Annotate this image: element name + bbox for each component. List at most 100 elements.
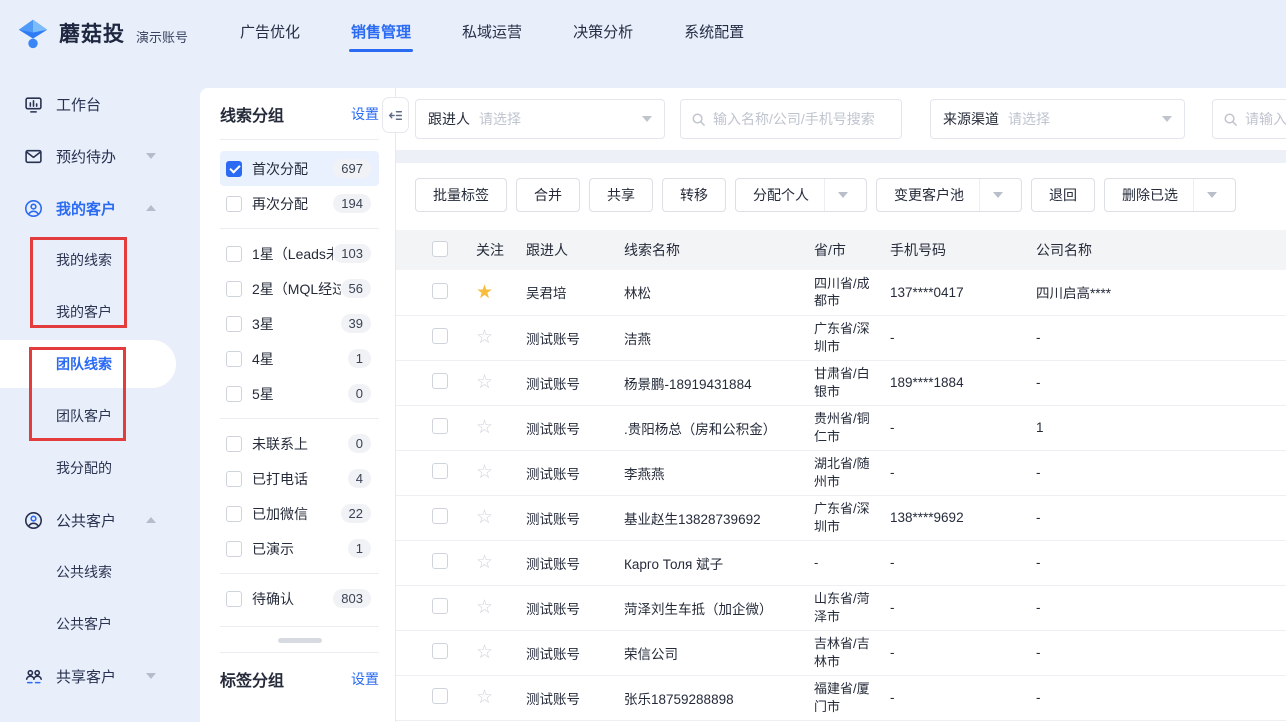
lead-group-item[interactable]: 已加微信 22 <box>220 496 379 531</box>
table-row[interactable]: ★ 吴君培 林松 四川省/成都市 137****0417 四川启高**** <box>396 270 1286 315</box>
select-all-checkbox[interactable] <box>432 241 448 257</box>
table-row[interactable]: ☆ 测试账号 杨景鹏-18919431884 甘肃省/白银市 189****18… <box>396 360 1286 405</box>
row-checkbox[interactable] <box>432 688 448 704</box>
row-checkbox[interactable] <box>432 598 448 614</box>
star-outline-icon[interactable]: ☆ <box>476 552 493 573</box>
star-outline-icon[interactable]: ☆ <box>476 327 493 348</box>
row-checkbox[interactable] <box>432 328 448 344</box>
toolbar-button[interactable]: 删除已选 <box>1104 178 1236 212</box>
sidebar-subitem-team-leads[interactable]: 团队线索 <box>0 340 176 388</box>
star-outline-icon[interactable]: ☆ <box>476 417 493 438</box>
group-checkbox[interactable] <box>226 161 242 177</box>
toolbar-button[interactable]: 分配个人 <box>735 178 867 212</box>
sidebar-item-workbench[interactable]: 工作台 <box>0 78 200 130</box>
chevron-up-icon[interactable] <box>146 205 156 211</box>
name-search-box[interactable] <box>680 99 902 139</box>
group-checkbox[interactable] <box>226 436 242 452</box>
tag-groups-settings-link[interactable]: 设置 <box>351 669 379 689</box>
row-checkbox[interactable] <box>432 553 448 569</box>
toolbar-button[interactable]: 变更客户池 <box>876 178 1022 212</box>
follower-filter-select[interactable]: 跟进人 请选择 <box>415 99 665 139</box>
sidebar-item-appointments[interactable]: 预约待办 <box>0 130 200 182</box>
sidebar-item-shared-customers[interactable]: 共享客户 <box>0 650 200 702</box>
star-outline-icon[interactable]: ☆ <box>476 642 493 663</box>
chevron-down-icon[interactable] <box>979 179 1012 211</box>
group-checkbox[interactable] <box>226 281 242 297</box>
group-checkbox[interactable] <box>226 591 242 607</box>
chevron-down-icon[interactable] <box>1193 179 1226 211</box>
brand-logo[interactable]: 蘑菇投 演示账号 <box>16 16 188 50</box>
chevron-down-icon[interactable] <box>824 179 857 211</box>
table-row[interactable]: ☆ 测试账号 荣信公司 吉林省/吉林市 - - <box>396 630 1286 675</box>
toolbar-button[interactable]: 退回 <box>1031 178 1095 212</box>
company-search-box[interactable] <box>1212 99 1286 139</box>
nav-tab-system-config[interactable]: 系统配置 <box>682 11 746 56</box>
table-row[interactable]: ☆ 测试账号 张乐18759288898 福建省/厦门市 - - <box>396 675 1286 720</box>
row-checkbox[interactable] <box>432 643 448 659</box>
star-outline-icon[interactable]: ☆ <box>476 687 493 708</box>
table-row[interactable]: ☆ 测试账号 菏泽刘生车抵（加企微） 山东省/菏泽市 - - <box>396 585 1286 630</box>
collapse-panel-button[interactable] <box>382 97 409 133</box>
sidebar-item-my-customers[interactable]: 我的客户 <box>0 182 200 234</box>
nav-tab-decision-analysis[interactable]: 决策分析 <box>571 11 635 56</box>
lead-group-item[interactable]: 已打电话 4 <box>220 461 379 496</box>
lead-group-item[interactable]: 1星（Leads未经... 103 <box>220 236 379 271</box>
row-checkbox[interactable] <box>432 373 448 389</box>
table-row[interactable]: ☆ 测试账号 基业赵生13828739692 广东省/深圳市 138****96… <box>396 495 1286 540</box>
group-checkbox[interactable] <box>226 351 242 367</box>
group-checkbox[interactable] <box>226 196 242 212</box>
sidebar-item-public-customers[interactable]: 公共客户 <box>0 494 200 546</box>
star-outline-icon[interactable]: ☆ <box>476 462 493 483</box>
company-search-input[interactable] <box>1245 111 1286 127</box>
row-checkbox[interactable] <box>432 463 448 479</box>
star-filled-icon[interactable]: ★ <box>476 282 493 303</box>
lead-group-item[interactable]: 首次分配 697 <box>220 151 379 186</box>
group-checkbox[interactable] <box>226 316 242 332</box>
sidebar-subitem-public-customers[interactable]: 公共客户 <box>0 598 200 650</box>
row-checkbox[interactable] <box>432 508 448 524</box>
sidebar-subitem-my-customers[interactable]: 我的客户 <box>0 286 200 338</box>
nav-tab-ad-optimization[interactable]: 广告优化 <box>238 11 302 56</box>
star-outline-icon[interactable]: ☆ <box>476 372 493 393</box>
table-row[interactable]: ☆ 测试账号 Карго Толя 斌子 - - - <box>396 540 1286 585</box>
lead-group-item[interactable]: 3星 39 <box>220 306 379 341</box>
lead-group-item[interactable]: 待确认 803 <box>220 581 379 616</box>
group-checkbox[interactable] <box>226 541 242 557</box>
star-outline-icon[interactable]: ☆ <box>476 597 493 618</box>
table-row[interactable]: ☆ 测试账号 .贵阳杨总（房和公积金） 贵州省/铜仁市 - 1 <box>396 405 1286 450</box>
row-checkbox[interactable] <box>432 418 448 434</box>
lead-group-item[interactable]: 2星（MQL经过确... 56 <box>220 271 379 306</box>
chevron-down-icon <box>1162 116 1172 122</box>
chevron-down-icon[interactable] <box>146 153 156 159</box>
group-checkbox[interactable] <box>226 386 242 402</box>
row-checkbox[interactable] <box>432 283 448 299</box>
groups-settings-link[interactable]: 设置 <box>351 104 379 124</box>
toolbar-button[interactable]: 合并 <box>516 178 580 212</box>
chevron-up-icon[interactable] <box>146 517 156 523</box>
lead-group-item[interactable]: 再次分配 194 <box>220 186 379 221</box>
lead-group-item[interactable]: 5星 0 <box>220 376 379 411</box>
toolbar-button[interactable]: 共享 <box>589 178 653 212</box>
table-row[interactable]: ☆ 测试账号 李燕燕 湖北省/随州市 - - <box>396 450 1286 495</box>
name-search-input[interactable] <box>713 111 891 127</box>
sidebar-subitem-my-assigned[interactable]: 我分配的 <box>0 442 200 494</box>
lead-group-item[interactable]: 4星 1 <box>220 341 379 376</box>
source-channel-select[interactable]: 来源渠道 请选择 <box>930 99 1185 139</box>
toolbar-button[interactable]: 批量标签 <box>415 178 507 212</box>
panel-resize-handle[interactable] <box>278 638 322 643</box>
toolbar-button[interactable]: 转移 <box>662 178 726 212</box>
nav-tab-sales-management[interactable]: 销售管理 <box>349 11 413 56</box>
star-outline-icon[interactable]: ☆ <box>476 507 493 528</box>
sidebar-subitem-team-customers[interactable]: 团队客户 <box>0 390 200 442</box>
group-checkbox[interactable] <box>226 471 242 487</box>
lead-group-item[interactable]: 已演示 1 <box>220 531 379 566</box>
sidebar-subitem-public-leads[interactable]: 公共线索 <box>0 546 200 598</box>
table-row[interactable]: ☆ 测试账号 洁燕 广东省/深圳市 - - <box>396 315 1286 360</box>
group-checkbox[interactable] <box>226 246 242 262</box>
group-count-badge: 697 <box>333 159 371 178</box>
sidebar-subitem-my-leads[interactable]: 我的线索 <box>0 234 200 286</box>
lead-group-item[interactable]: 未联系上 0 <box>220 426 379 461</box>
group-checkbox[interactable] <box>226 506 242 522</box>
chevron-down-icon[interactable] <box>146 673 156 679</box>
nav-tab-private-domain[interactable]: 私域运营 <box>460 11 524 56</box>
